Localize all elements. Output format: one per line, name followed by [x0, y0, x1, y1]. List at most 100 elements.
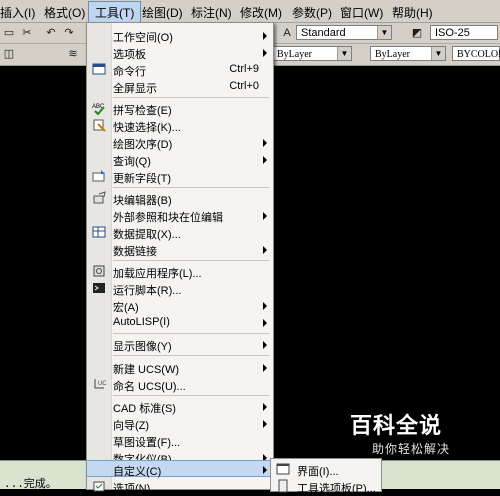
- menu-item-display-image[interactable]: 显示图像(Y): [87, 336, 273, 353]
- color-select[interactable]: ByLayer ▼: [272, 46, 352, 61]
- menu-item-block-editor[interactable]: 块编辑器(B): [87, 190, 273, 207]
- command-line-icon: [92, 62, 106, 76]
- menu-item-macro[interactable]: 宏(A): [87, 297, 273, 314]
- submenu-arrow-icon: [263, 466, 267, 474]
- menu-insert[interactable]: 插入(I): [0, 4, 35, 21]
- menu-modify[interactable]: 修改(M): [240, 4, 282, 21]
- submenu-arrow-icon: [263, 302, 267, 310]
- menu-dimension[interactable]: 标注(N): [191, 4, 232, 21]
- menu-item-wizards[interactable]: 向导(Z): [87, 415, 273, 432]
- spell-check-icon: ABC: [92, 101, 106, 116]
- menu-item-draw-order[interactable]: 绘图次序(D): [87, 134, 273, 151]
- menu-window[interactable]: 窗口(W): [340, 4, 383, 21]
- text-style-select[interactable]: Standard ▼: [296, 25, 392, 40]
- menu-item-fullscreen[interactable]: 全屏显示 Ctrl+0: [87, 78, 273, 95]
- menu-parameter[interactable]: 参数(P): [292, 4, 332, 21]
- menu-item-customize[interactable]: 自定义(C): [87, 460, 273, 478]
- menu-item-label: 快速选择(K)...: [113, 122, 181, 134]
- menu-item-label: 外部参照和块在位编辑: [113, 212, 223, 224]
- menu-item-label: 数据提取(X)...: [113, 229, 181, 241]
- menu-item-label: 新建 UCS(W): [113, 364, 179, 376]
- tool-palettes-icon: [276, 479, 290, 493]
- plot-style-select[interactable]: BYCOLOR: [452, 46, 500, 61]
- menu-item-command-line[interactable]: 命令行 Ctrl+9: [87, 61, 273, 78]
- menu-draw[interactable]: 绘图(D): [142, 4, 183, 21]
- command-line-text: ...完成。: [4, 479, 57, 491]
- menu-item-label: 选项(N)...: [113, 483, 160, 495]
- options-icon: [92, 479, 106, 493]
- dim-style-select[interactable]: ISO-25: [430, 25, 498, 40]
- menu-item-label: 块编辑器(B): [113, 195, 172, 207]
- update-field-icon: [92, 169, 106, 183]
- cut-icon[interactable]: ✂: [20, 26, 34, 40]
- submenu-arrow-icon: [263, 420, 267, 428]
- menu-item-label: 全屏显示: [113, 83, 157, 95]
- linetype-value: ByLayer: [375, 49, 410, 60]
- menu-separator: [113, 355, 269, 356]
- menu-item-label: 命名 UCS(U)...: [113, 381, 186, 393]
- named-ucs-icon: UCS: [92, 377, 111, 391]
- menu-item-shortcut: Ctrl+9: [229, 63, 259, 75]
- chevron-down-icon: ▼: [377, 26, 391, 39]
- menu-item-label: 向导(Z): [113, 420, 150, 432]
- menu-item-label: AutoLISP(I): [113, 316, 170, 328]
- submenu-item-interface[interactable]: 界面(I)...: [271, 461, 381, 478]
- menu-item-label: 绘图次序(D): [113, 139, 173, 151]
- submenu-arrow-icon: [263, 49, 267, 57]
- menu-item-label: 宏(A): [113, 302, 139, 314]
- menu-item-data-extraction[interactable]: 数据提取(X)...: [87, 224, 273, 241]
- menu-item-drafting-settings[interactable]: 草图设置(F)...: [87, 432, 273, 449]
- menu-item-inquiry[interactable]: 查询(Q): [87, 151, 273, 168]
- menu-item-named-ucs[interactable]: UCS 命名 UCS(U)...: [87, 376, 273, 393]
- layer-manager-icon[interactable]: ≋: [66, 47, 80, 61]
- text-style-value: Standard: [301, 27, 346, 39]
- menu-item-new-ucs[interactable]: 新建 UCS(W): [87, 359, 273, 376]
- submenu-item-tool-palettes[interactable]: 工具选项板(P)...: [271, 478, 381, 495]
- layer-icon[interactable]: ◫: [2, 47, 16, 61]
- plot-style-value: BYCOLOR: [457, 49, 500, 60]
- menu-item-workspace[interactable]: 工作空间(O): [87, 27, 273, 44]
- linetype-select[interactable]: ByLayer ▼: [370, 46, 446, 61]
- menu-separator: [113, 333, 269, 334]
- watermark-subtitle: 助你轻松解决: [372, 442, 451, 456]
- menu-item-cad-standards[interactable]: CAD 标准(S): [87, 398, 273, 415]
- submenu-arrow-icon: [263, 156, 267, 164]
- menu-separator: [113, 187, 269, 188]
- redo-icon[interactable]: ↷: [62, 26, 76, 40]
- menu-item-xref-inplace-edit[interactable]: 外部参照和块在位编辑: [87, 207, 273, 224]
- menu-item-label: 显示图像(Y): [113, 341, 172, 353]
- dimension-style-icon[interactable]: ◩: [410, 26, 424, 40]
- tools-menu: 工作空间(O) 选项板 命令行 Ctrl+9 全屏显示 Ctrl+0 ABC 拼写检查…: [86, 22, 274, 495]
- chevron-down-icon: ▼: [431, 47, 445, 60]
- quick-select-icon: [92, 118, 106, 132]
- menu-item-label: 工作空间(O): [113, 32, 173, 44]
- menu-help[interactable]: 帮助(H): [392, 4, 433, 21]
- watermark-title: 百科全说: [350, 413, 443, 438]
- menu-item-palettes[interactable]: 选项板: [87, 44, 273, 61]
- menu-format[interactable]: 格式(O): [44, 4, 85, 21]
- save-icon[interactable]: ▭: [2, 26, 16, 40]
- submenu-arrow-icon: [263, 32, 267, 40]
- menu-item-options[interactable]: 选项(N)...: [87, 478, 273, 495]
- menu-item-autolisp[interactable]: AutoLISP(I): [87, 314, 273, 331]
- menu-item-label: 自定义(C): [113, 466, 162, 478]
- chevron-down-icon: ▼: [337, 47, 351, 60]
- menu-item-update-field[interactable]: 更新字段(T): [87, 168, 273, 185]
- menu-item-load-application[interactable]: 加载应用程序(L)...: [87, 263, 273, 280]
- menu-item-label: 加载应用程序(L)...: [113, 268, 202, 280]
- menu-item-spell-check[interactable]: ABC 拼写检查(E): [87, 100, 273, 117]
- svg-text:UCS: UCS: [98, 381, 106, 387]
- menu-item-quick-select[interactable]: 快速选择(K)...: [87, 117, 273, 134]
- dim-style-value: ISO-25: [435, 27, 470, 39]
- menu-item-shortcut: Ctrl+0: [229, 80, 259, 92]
- menu-item-data-link[interactable]: 数据链接: [87, 241, 273, 258]
- menu-item-label: 更新字段(T): [113, 173, 172, 185]
- menu-item-run-script[interactable]: 运行脚本(R)...: [87, 280, 273, 297]
- menu-item-label: 选项板: [113, 49, 146, 61]
- text-style-icon[interactable]: A: [280, 26, 294, 40]
- menu-item-label: 命令行: [113, 66, 146, 78]
- undo-icon[interactable]: ↶: [44, 26, 58, 40]
- menu-item-label: 拼写检查(E): [113, 105, 172, 117]
- menu-tools[interactable]: 工具(T): [88, 1, 142, 24]
- menu-item-label: 查询(Q): [113, 156, 151, 168]
